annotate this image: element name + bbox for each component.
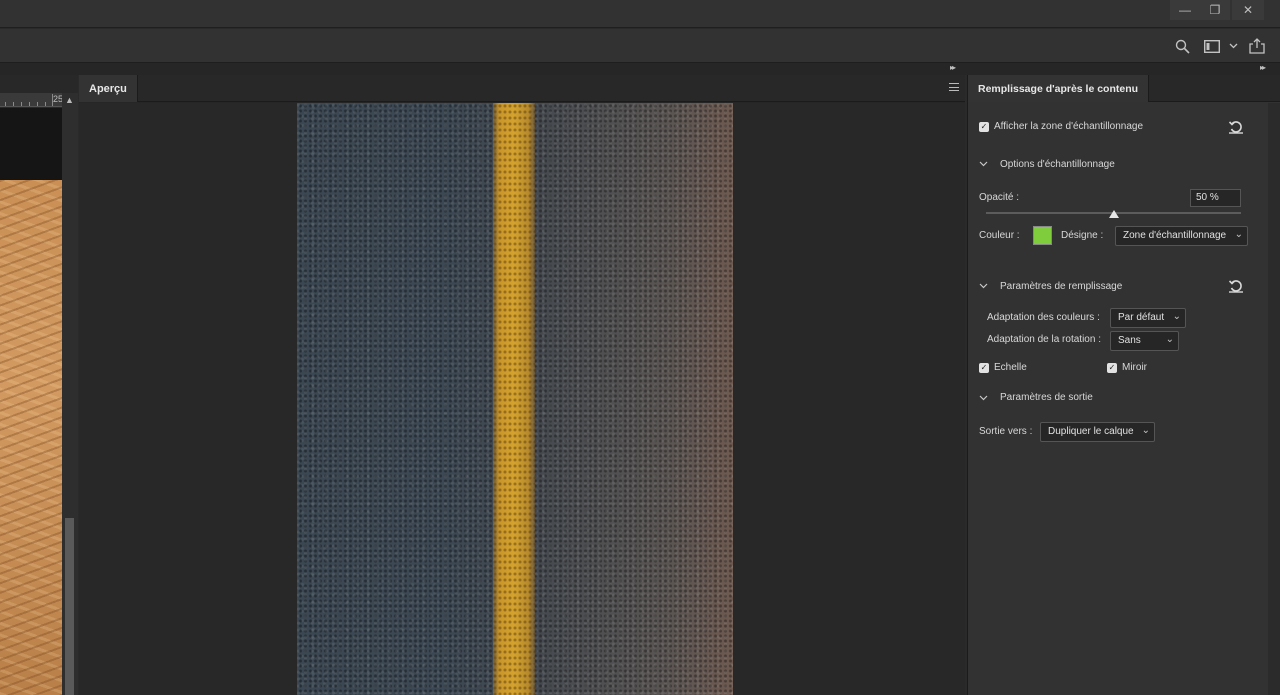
output-to-select[interactable]: Dupliquer le calque ⌄ [1040,422,1155,442]
preview-panel: Aperçu [79,75,965,695]
search-icon[interactable] [1173,38,1191,54]
fill-settings-title[interactable]: Paramètres de remplissage [1000,281,1122,292]
tab-preview[interactable]: Aperçu [79,75,138,102]
minimize-button[interactable]: — [1170,0,1200,20]
rotation-adaptation-value: Sans [1118,335,1141,346]
options-bar [0,29,1280,63]
road-line [493,103,535,695]
scale-label: Echelle [994,362,1027,373]
show-sampling-area-checkbox[interactable]: ✓ [979,122,989,132]
indicates-select-value: Zone d'échantillonnage [1123,230,1227,241]
collapse-preview-icon[interactable]: ▸▸ [950,63,956,72]
output-to-value: Dupliquer le calque [1048,426,1134,437]
sampling-options-chevron-icon[interactable] [979,159,988,169]
tab-content-aware-fill[interactable]: Remplissage d'après le contenu [968,75,1150,102]
chevron-down-icon[interactable] [1227,38,1239,54]
show-sampling-area-label: Afficher la zone d'échantillonnage [994,121,1144,132]
content-aware-tabbar: Remplissage d'après le contenu [968,75,1280,102]
panel-scrollbar[interactable] [1268,103,1280,695]
rotation-adaptation-label: Adaptation de la rotation : [987,334,1101,345]
color-adaptation-select[interactable]: Par défaut ⌄ [1110,308,1186,328]
close-button[interactable]: ✕ [1232,0,1264,20]
indicates-label: Désigne : [1061,230,1104,241]
title-bar: — ❐ ✕ [0,0,1280,28]
share-icon[interactable] [1248,38,1266,54]
scale-checkbox[interactable]: ✓ [979,363,989,373]
scroll-up-icon[interactable]: ▲ [65,95,74,105]
preview-image [297,103,733,695]
opacity-slider-thumb[interactable] [1108,210,1119,218]
reset-icon[interactable] [1228,120,1244,134]
mirror-label: Miroir [1122,362,1147,373]
restore-icon: ❐ [1209,3,1221,17]
opacity-input[interactable]: 50 % [1190,189,1241,207]
close-icon: ✕ [1242,3,1254,17]
reset-icon[interactable] [1228,279,1244,293]
chevron-down-icon: ⌄ [1234,229,1243,240]
color-adaptation-label: Adaptation des couleurs : [987,312,1100,323]
color-adaptation-value: Par défaut [1118,312,1165,323]
opacity-label: Opacité : [979,192,1020,203]
color-swatch[interactable] [1033,226,1052,245]
sampling-options-title[interactable]: Options d'échantillonnage [1000,159,1115,170]
minimize-icon: — [1179,3,1191,17]
chevron-down-icon: ⌄ [1141,425,1150,436]
document-canvas-dark [0,108,62,180]
document-image [0,180,62,695]
workspace-icon[interactable] [1203,38,1221,54]
horizontal-ruler: 25 [0,93,63,107]
mirror-checkbox[interactable]: ✓ [1107,363,1117,373]
preview-tabbar: Aperçu [79,75,965,102]
panel-menu-icon[interactable] [949,83,959,91]
rotation-adaptation-select[interactable]: Sans ⌄ [1110,331,1179,351]
chevron-down-icon: ⌄ [1165,334,1174,345]
content-aware-fill-panel: Remplissage d'après le contenu ✓ Affiche… [967,75,1280,695]
panel-dock-strip: ▸▸ ▸▸ [0,63,1280,75]
color-label: Couleur : [979,230,1020,241]
vertical-scrollbar[interactable]: ▲ [62,93,78,695]
restore-button[interactable]: ❐ [1200,0,1230,20]
chevron-down-icon: ⌄ [1172,311,1181,322]
output-settings-chevron-icon[interactable] [979,393,988,403]
scroll-thumb[interactable] [65,518,74,695]
fill-settings-chevron-icon[interactable] [979,281,988,291]
indicates-select[interactable]: Zone d'échantillonnage ⌄ [1115,226,1248,246]
preview-canvas[interactable] [79,103,965,695]
output-to-label: Sortie vers : [979,426,1033,437]
output-settings-title[interactable]: Paramètres de sortie [1000,392,1093,403]
collapse-panel-icon[interactable]: ▸▸ [1260,63,1266,72]
document-panel: 25 ▲ [0,75,78,695]
